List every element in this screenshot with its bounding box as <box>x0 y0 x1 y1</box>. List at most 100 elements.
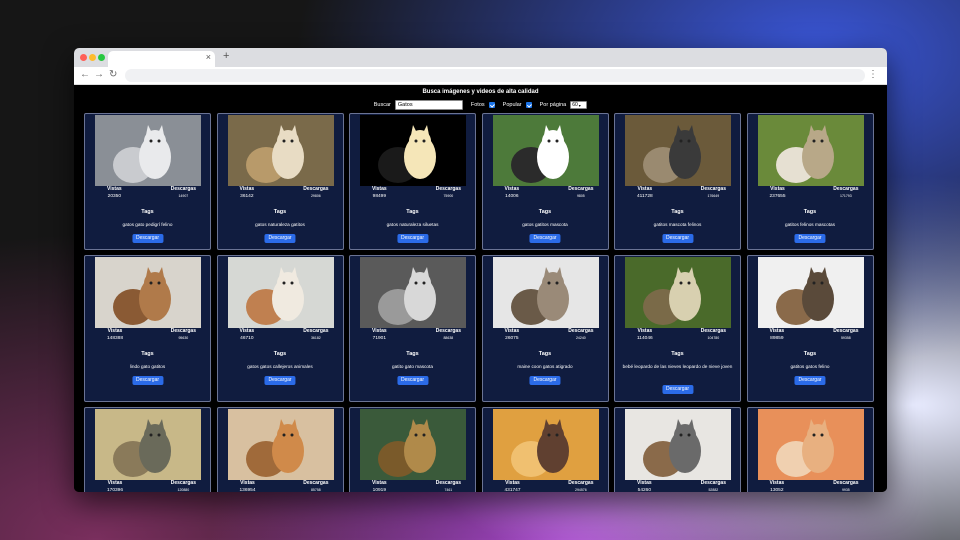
cat-photo[interactable] <box>227 409 334 480</box>
cat-photo[interactable] <box>95 115 201 186</box>
views-value: 237655 <box>769 194 786 199</box>
download-button[interactable]: Descargar <box>131 234 164 243</box>
photos-checkbox[interactable] <box>488 102 495 108</box>
views-stat: Vistas 14006 <box>505 186 520 200</box>
downloads-stat: Descargas 9805 <box>568 186 593 200</box>
views-stat: Vistas 114046 <box>637 328 653 342</box>
views-value: 13052 <box>770 488 784 492</box>
image-card: Vistas 26075 Descargas 24240 Tags maine … <box>481 255 609 402</box>
download-button[interactable]: Descargar <box>661 385 694 394</box>
download-button[interactable]: Descargar <box>661 234 694 243</box>
downloads-value: 14907 <box>178 194 189 198</box>
maximize-window-button[interactable] <box>98 54 105 61</box>
chevron-down-icon: ▾ <box>578 102 581 108</box>
cat-photo[interactable] <box>492 409 599 480</box>
downloads-value: 294576 <box>575 488 587 492</box>
downloads-stat: Descargas 171793 <box>833 186 858 200</box>
download-button[interactable]: Descargar <box>529 376 561 385</box>
image-card: Vistas 114046 Descargas 104780 Tags bebé… <box>614 255 741 402</box>
cat-photo[interactable] <box>360 115 466 186</box>
cat-photo[interactable] <box>625 409 731 480</box>
image-card: Vistas 411728 Descargas 176649 Tags gati… <box>614 113 741 250</box>
views-label: Vistas <box>240 480 255 486</box>
downloads-label: Descargas <box>833 480 859 486</box>
close-window-button[interactable] <box>80 54 87 61</box>
image-card: Vistas 237655 Descargas 171793 Tags gati… <box>746 113 874 250</box>
views-value: 26075 <box>505 336 519 341</box>
download-button[interactable]: Descargar <box>396 376 429 385</box>
image-card: Vistas 170396 Descargas 120880 <box>84 407 211 492</box>
views-label: Vistas <box>770 186 785 192</box>
views-value: 54260 <box>637 488 651 492</box>
tags-list: gatos gatos callejeros animales <box>247 364 313 369</box>
views-stat: Vistas 136954 <box>240 480 256 492</box>
tags-list: gatos gatitos mascota <box>522 222 568 227</box>
cat-photo[interactable] <box>492 115 599 186</box>
downloads-label: Descargas <box>568 186 594 192</box>
views-value: 114046 <box>637 336 653 341</box>
tags-heading: Tags <box>406 351 419 357</box>
forward-arrow-icon[interactable]: → <box>94 69 104 80</box>
browser-tab[interactable]: × <box>108 51 215 67</box>
reload-icon[interactable]: ↻ <box>109 69 117 80</box>
cat-photo[interactable] <box>625 115 731 186</box>
search-input[interactable] <box>394 100 463 110</box>
downloads-stat: Descargas 75900 <box>436 186 461 200</box>
address-bar[interactable] <box>125 69 865 82</box>
cat-photo[interactable] <box>227 115 334 186</box>
views-value: 71901 <box>372 336 386 341</box>
downloads-label: Descargas <box>568 480 594 486</box>
per-page-label: Por página <box>539 102 567 108</box>
views-stat: Vistas 10919 <box>372 480 387 492</box>
minimize-window-button[interactable] <box>89 54 96 61</box>
stats: Vistas 26075 Descargas 24240 <box>505 328 594 342</box>
download-button[interactable]: Descargar <box>131 376 164 385</box>
new-tab-icon[interactable]: + <box>223 50 229 62</box>
views-stat: Vistas 13052 <box>770 480 785 492</box>
download-button[interactable]: Descargar <box>264 234 296 243</box>
views-stat: Vistas 237655 <box>770 186 786 200</box>
views-label: Vistas <box>372 328 387 334</box>
photos-label: Fotos <box>470 102 485 108</box>
views-stat: Vistas 411728 <box>637 186 653 200</box>
stats: Vistas 148388 Descargas 95630 <box>107 328 196 342</box>
download-button[interactable]: Descargar <box>529 234 561 243</box>
cat-photo[interactable] <box>95 409 201 480</box>
per-page-select[interactable]: 60 ▾ <box>570 101 588 109</box>
views-label: Vistas <box>769 328 785 334</box>
stats: Vistas 20350 Descargas 14907 <box>107 186 196 200</box>
views-label: Vistas <box>505 480 520 486</box>
cat-photo[interactable] <box>360 257 466 328</box>
close-icon[interactable]: × <box>206 52 211 62</box>
stats: Vistas 54260 Descargas 52882 <box>637 480 726 492</box>
views-value: 136954 <box>239 488 256 492</box>
tags-list: gatos naturaleza siluetas <box>386 222 439 227</box>
views-value: 411728 <box>637 194 653 199</box>
downloads-value: 95630 <box>178 336 189 340</box>
downloads-stat: Descargas 52882 <box>701 480 726 492</box>
popular-label: Popular <box>502 102 522 108</box>
cat-photo[interactable] <box>757 409 864 480</box>
popular-checkbox[interactable] <box>525 102 532 108</box>
cat-photo[interactable] <box>625 257 731 328</box>
stats: Vistas 98499 Descargas 75900 <box>372 186 461 200</box>
cat-photo[interactable] <box>492 257 599 328</box>
search-controls: Buscar Fotos Popular Por página 60▾ <box>74 98 887 112</box>
image-card: Vistas 20350 Descargas 14907 Tags gatos … <box>84 113 211 250</box>
cat-photo[interactable] <box>757 115 864 186</box>
download-button[interactable]: Descargar <box>794 234 826 243</box>
search-label: Buscar <box>373 102 391 108</box>
download-button[interactable]: Descargar <box>396 234 429 243</box>
cat-photo[interactable] <box>757 257 864 328</box>
cat-photo[interactable] <box>360 409 466 480</box>
image-card: Vistas 136954 Descargas 85758 <box>216 407 344 492</box>
cat-photo[interactable] <box>227 257 334 328</box>
views-label: Vistas <box>372 186 387 192</box>
cat-photo[interactable] <box>95 257 201 328</box>
download-button[interactable]: Descargar <box>264 376 296 385</box>
download-button[interactable]: Descargar <box>794 376 826 385</box>
back-arrow-icon[interactable]: ← <box>80 69 90 80</box>
downloads-label: Descargas <box>700 186 726 192</box>
kebab-menu-icon[interactable]: ⋮ <box>868 69 878 80</box>
views-stat: Vistas 89859 <box>770 328 785 342</box>
